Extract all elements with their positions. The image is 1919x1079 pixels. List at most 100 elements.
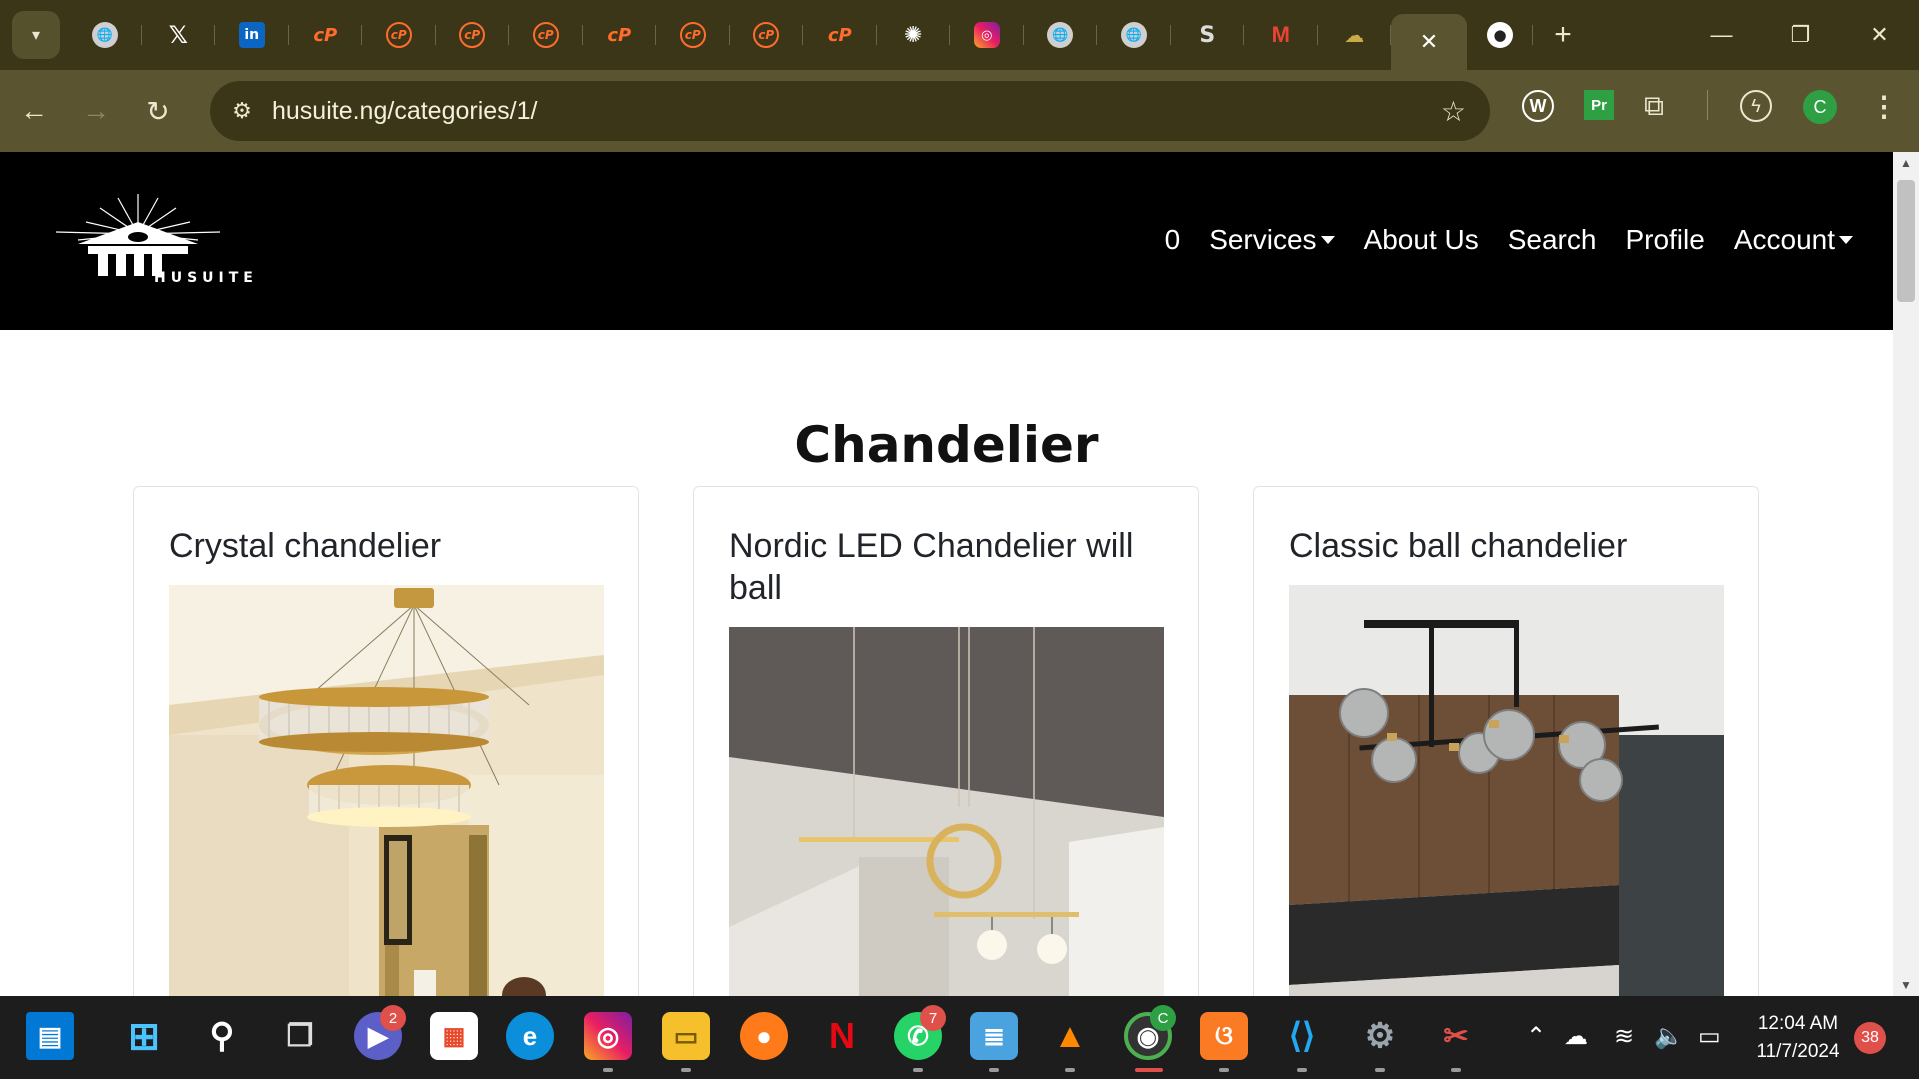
search-icon[interactable]: ⚲ <box>198 1012 246 1060</box>
product-card[interactable]: Nordic LED Chandelier will ball <box>693 486 1199 996</box>
tab-github[interactable]: ● <box>1467 11 1533 59</box>
x-icon: 𝕏 <box>168 21 188 49</box>
browser-tab[interactable]: cP <box>362 11 436 59</box>
url-text[interactable]: husuite.ng/categories/1/ <box>272 97 537 126</box>
window-controls: — ❐ ✕ <box>1682 0 1919 70</box>
chevron-down-icon: ▾ <box>31 27 41 44</box>
browser-tab[interactable]: cP <box>289 11 363 59</box>
product-image-crystal-chandelier[interactable] <box>169 585 604 996</box>
widgets-icon[interactable]: ▤ <box>26 1012 74 1060</box>
performance-bolt-icon[interactable]: ϟ <box>1740 90 1772 122</box>
close-window-button[interactable]: ✕ <box>1840 0 1919 70</box>
forward-button[interactable]: → <box>68 83 124 139</box>
browser-tab[interactable]: cP <box>730 11 804 59</box>
volume-icon[interactable]: 🔈 <box>1654 1022 1684 1051</box>
notepad-icon[interactable]: ≣ <box>970 1012 1018 1060</box>
browser-tab[interactable]: S <box>1171 11 1245 59</box>
browser-tab[interactable]: 🌐 <box>1097 11 1171 59</box>
chrome-profile-badge: C <box>1150 1005 1176 1031</box>
back-button[interactable]: ← <box>6 83 62 139</box>
running-indicator <box>913 1068 923 1072</box>
active-app-indicator <box>1135 1068 1163 1072</box>
running-indicator <box>603 1068 613 1072</box>
premiere-extension-icon[interactable]: Pr <box>1584 90 1614 120</box>
product-image-classic-ball-chandelier[interactable] <box>1289 585 1724 996</box>
browser-tab[interactable]: cP <box>436 11 510 59</box>
notification-count-badge[interactable]: 38 <box>1854 1022 1886 1054</box>
wordpress-extension-icon[interactable]: W <box>1522 90 1554 122</box>
browser-tab[interactable]: ◎ <box>950 11 1024 59</box>
nav-services-dropdown[interactable]: Services <box>1209 224 1335 256</box>
xampp-icon[interactable]: ଓ <box>1200 1012 1248 1060</box>
browser-tab[interactable]: ✺ <box>877 11 951 59</box>
browser-menu-icon[interactable]: ⋮ <box>1870 90 1898 123</box>
scroll-thumb[interactable] <box>1897 180 1915 302</box>
task-view-icon[interactable]: ❐ <box>276 1012 324 1060</box>
firefox-icon[interactable]: ● <box>740 1012 788 1060</box>
scroll-down-arrow-icon[interactable]: ▼ <box>1900 979 1912 991</box>
browser-tab[interactable]: in <box>215 11 289 59</box>
edge-icon[interactable]: e <box>506 1012 554 1060</box>
browser-tab[interactable]: ☁ <box>1318 11 1392 59</box>
crystal-chandelier-image <box>169 585 604 996</box>
file-explorer-icon[interactable]: ▭ <box>662 1012 710 1060</box>
bookmark-star-icon[interactable]: ☆ <box>1441 95 1466 128</box>
wifi-icon[interactable]: ≋ <box>1614 1022 1634 1051</box>
stackoverflow-icon: S <box>1199 22 1216 48</box>
nav-search[interactable]: Search <box>1508 224 1597 256</box>
battery-icon[interactable]: ▭ <box>1698 1022 1721 1051</box>
browser-tab[interactable]: cP <box>583 11 657 59</box>
tray-chevron-up-icon[interactable]: ⌃ <box>1526 1022 1546 1051</box>
nav-account-dropdown[interactable]: Account <box>1734 224 1853 256</box>
store-icon[interactable]: ▦ <box>430 1012 478 1060</box>
browser-tab[interactable]: 🌐 <box>68 11 142 59</box>
caret-down-icon <box>1839 236 1853 244</box>
teams-badge: 2 <box>380 1005 406 1031</box>
browser-tab[interactable]: cP <box>509 11 583 59</box>
page-scrollbar[interactable]: ▲ ▼ <box>1893 152 1919 996</box>
nav-about-us[interactable]: About Us <box>1364 224 1479 256</box>
profile-avatar[interactable]: C <box>1803 90 1837 124</box>
browser-tab[interactable]: 🌐 <box>1024 11 1098 59</box>
close-tab-icon[interactable]: ✕ <box>1420 29 1438 55</box>
running-indicator <box>989 1068 999 1072</box>
new-tab-button[interactable]: + <box>1533 11 1593 59</box>
netflix-icon[interactable]: N <box>818 1012 866 1060</box>
product-title[interactable]: Classic ball chandelier <box>1289 525 1709 567</box>
vlc-icon[interactable]: ▲ <box>1046 1012 1094 1060</box>
snipping-tool-icon[interactable]: ✂ <box>1432 1012 1480 1060</box>
reload-button[interactable]: ↻ <box>130 83 186 139</box>
taskbar-clock[interactable]: 12:04 AM 11/7/2024 <box>1750 1010 1846 1066</box>
windows-start-icon[interactable]: ⊞ <box>120 1012 168 1060</box>
onedrive-error-icon[interactable]: ☁ <box>1564 1022 1588 1051</box>
cpanel-icon: cP <box>679 22 706 48</box>
minimize-button[interactable]: — <box>1682 0 1761 70</box>
vscode-icon[interactable]: ⟨⟩ <box>1278 1012 1326 1060</box>
product-card[interactable]: Crystal chandelier <box>133 486 639 996</box>
product-title[interactable]: Crystal chandelier <box>169 525 589 567</box>
restore-button[interactable]: ❐ <box>1761 0 1840 70</box>
site-info-icon[interactable]: ⚙ <box>226 95 258 127</box>
browser-tab[interactable]: 𝕏 <box>142 11 216 59</box>
product-image-nordic-led-chandelier[interactable] <box>729 627 1164 996</box>
cart-count[interactable]: 0 <box>1165 224 1181 256</box>
nav-account-label: Account <box>1733 224 1835 255</box>
browser-tab[interactable]: cP <box>656 11 730 59</box>
browser-tab[interactable]: M <box>1244 11 1318 59</box>
product-title[interactable]: Nordic LED Chandelier will ball <box>729 525 1149 609</box>
instagram-app-icon[interactable]: ◎ <box>584 1012 632 1060</box>
chatgpt-icon: ✺ <box>904 22 923 48</box>
browser-toolbar: ← → ↻ ⚙ husuite.ng/categories/1/ ☆ <box>0 70 1919 152</box>
settings-gear-icon[interactable]: ⚙ <box>1356 1012 1404 1060</box>
nav-profile[interactable]: Profile <box>1625 224 1704 256</box>
product-card[interactable]: Classic ball chandelier <box>1253 486 1759 996</box>
windows-taskbar: ▤ ⊞ ⚲ ❐ ▶ 2 ▦ e ◎ ▭ ● N ✆ 7 ≣ ▲ ◉ C ଓ ⟨⟩… <box>0 996 1919 1079</box>
husuite-logo[interactable]: HUSUITE <box>48 192 288 292</box>
tab-active[interactable]: ✕ <box>1391 14 1467 70</box>
tab-search-button[interactable]: ▾ <box>12 11 60 59</box>
scroll-up-arrow-icon[interactable]: ▲ <box>1900 157 1912 169</box>
browser-tab[interactable]: cP <box>803 11 877 59</box>
address-bar[interactable]: ⚙ husuite.ng/categories/1/ ☆ <box>210 81 1490 141</box>
tab-list: 🌐 𝕏in cP cP cP cP cP cP cP cP ✺ ◎ 🌐 🌐 S M ☁ <box>68 0 1391 70</box>
extensions-puzzle-icon[interactable]: ⧉ <box>1644 90 1664 123</box>
